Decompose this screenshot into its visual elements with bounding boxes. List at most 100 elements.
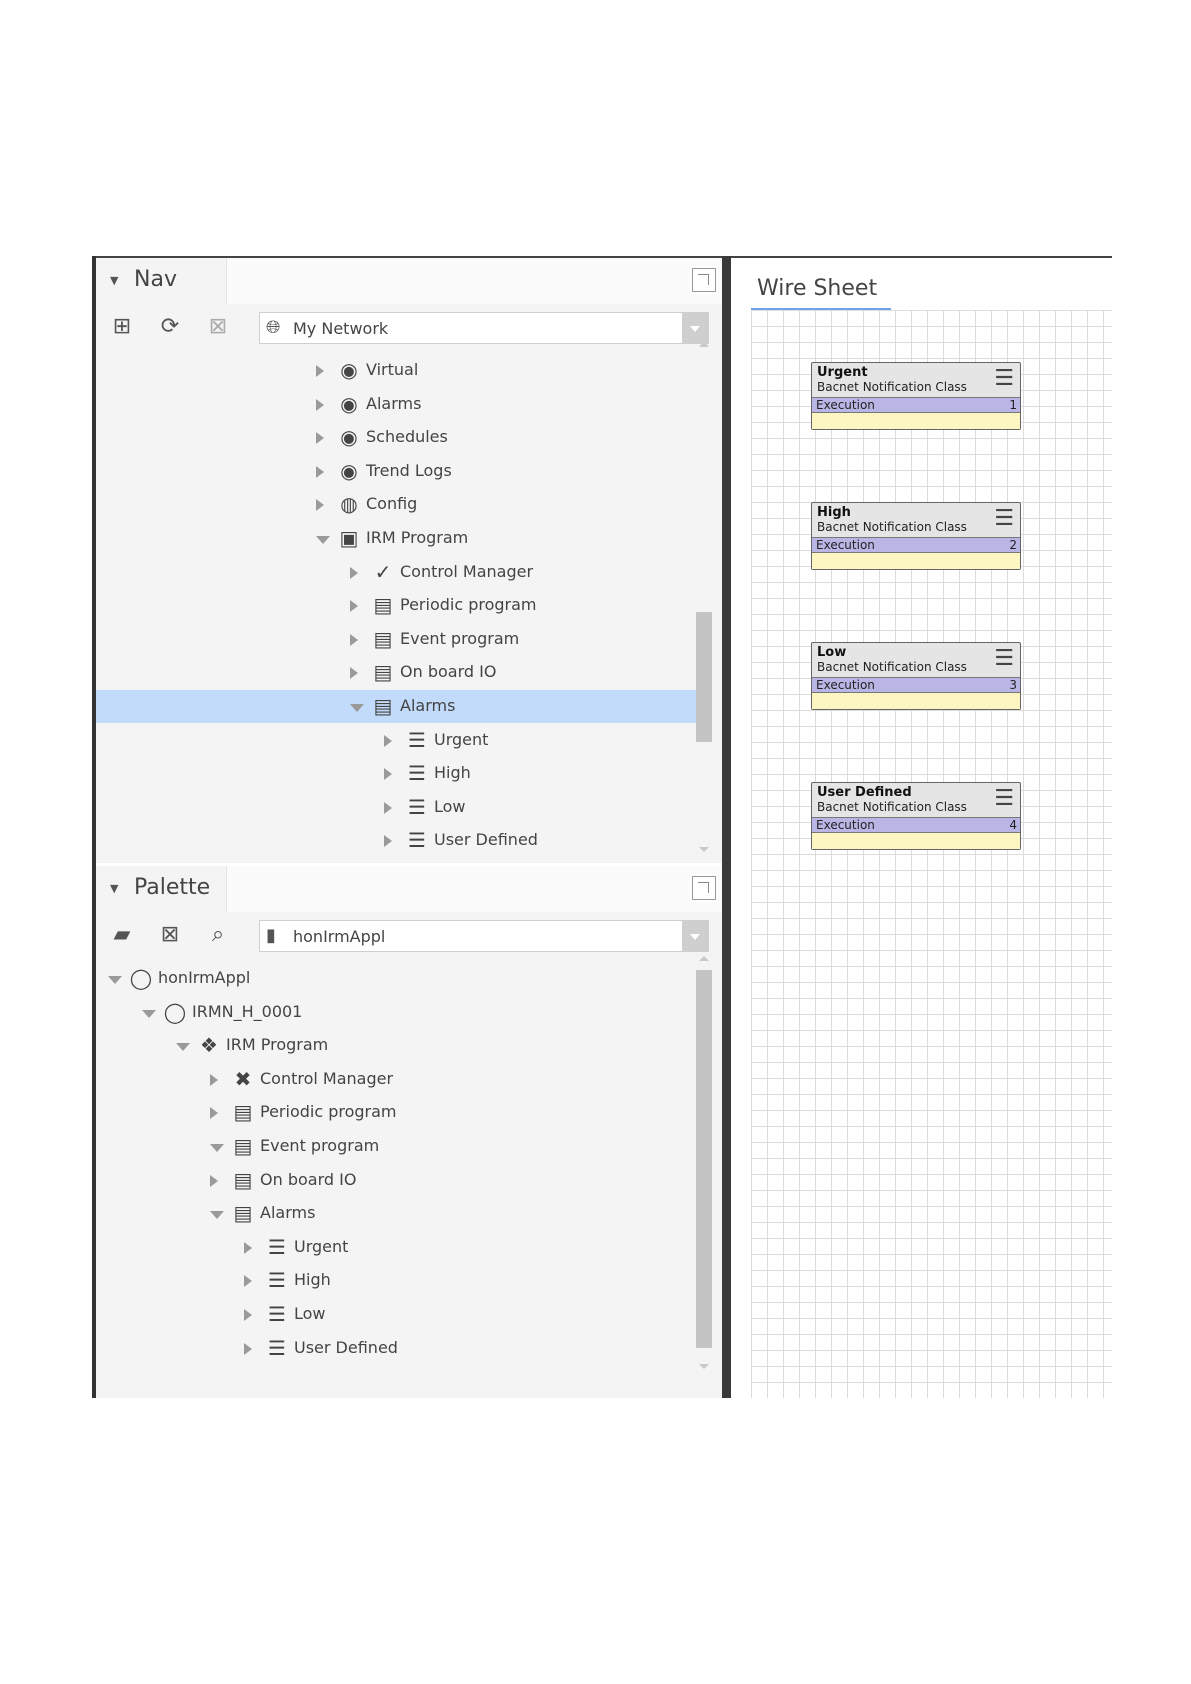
dropdown-arrow-icon[interactable] (682, 921, 708, 951)
checkmark-icon: ✓ (374, 559, 392, 584)
tree-row[interactable]: ☰ Low (96, 791, 696, 824)
tree-row[interactable]: ▤ Event program (96, 623, 696, 656)
expand-down-icon[interactable] (210, 1211, 224, 1220)
pane-splitter[interactable] (722, 256, 731, 1398)
tree-row[interactable]: ✖ Control Manager (96, 1063, 696, 1096)
expand-down-icon[interactable] (176, 1043, 190, 1052)
execution-slot[interactable]: Execution 1 (812, 397, 1020, 413)
execution-slot[interactable]: Execution 3 (812, 677, 1020, 693)
tree-item-label: Config (366, 494, 418, 514)
nav-root-select[interactable]: 🌐︎ My Network (259, 312, 709, 344)
tree-row[interactable]: ✓ Control Manager (96, 556, 696, 589)
scroll-up-icon[interactable] (699, 956, 709, 961)
tree-row[interactable]: ☰ Low (96, 1298, 696, 1331)
tab-wiresheet[interactable]: Wire Sheet (751, 268, 891, 310)
cross-icon: ✖ (234, 1066, 252, 1091)
expand-right-icon[interactable] (316, 465, 324, 478)
expand-right-icon[interactable] (350, 600, 358, 613)
maximize-icon[interactable] (692, 268, 716, 292)
tree-row[interactable]: ▤ On board IO (96, 656, 696, 689)
collapse-caret-icon[interactable]: ▼ (110, 882, 118, 895)
open-folder-icon[interactable]: ▰ (108, 921, 136, 949)
nav-scrollbar[interactable] (696, 342, 712, 857)
network-tree-icon[interactable]: ⊞ (108, 313, 136, 341)
tree-row[interactable]: ◉ Trend Logs (96, 455, 696, 488)
expand-right-icon[interactable] (244, 1275, 252, 1288)
expand-right-icon[interactable] (316, 499, 324, 512)
expand-right-icon[interactable] (350, 633, 358, 646)
tab-palette[interactable]: ▼ Palette (96, 866, 227, 912)
maximize-icon[interactable] (692, 876, 716, 900)
execution-value: 4 (1009, 818, 1017, 832)
tree-row[interactable]: ◯ honIrmAppl (96, 962, 696, 995)
tree-row[interactable]: ◉ Alarms (96, 388, 696, 421)
expand-right-icon[interactable] (316, 398, 324, 411)
execution-slot[interactable]: Execution 4 (812, 817, 1020, 833)
nav-scroll-thumb[interactable] (696, 612, 712, 742)
notification-class-block[interactable]: Low Bacnet Notification Class ☰ Execution 3 (811, 642, 1021, 710)
palette-scroll-thumb[interactable] (696, 970, 712, 1348)
tree-row[interactable]: ▤ Event program (96, 1130, 696, 1163)
tree-row[interactable]: ▤ Alarms (96, 1197, 696, 1230)
expand-right-icon[interactable] (210, 1073, 218, 1086)
expand-right-icon[interactable] (316, 365, 324, 377)
expand-right-icon[interactable] (384, 835, 392, 848)
tree-item-label: On board IO (400, 662, 497, 682)
tree-row[interactable]: ▤ Alarms (96, 690, 696, 723)
close-palette-icon[interactable]: ⊠ (156, 921, 184, 949)
scroll-down-icon[interactable] (699, 1364, 709, 1369)
expand-right-icon[interactable] (210, 1107, 218, 1120)
tree-row[interactable]: ❖ IRM Program (96, 1029, 696, 1062)
tree-row[interactable]: ◯ IRMN_H_0001 (96, 996, 696, 1029)
notification-class-icon: ☰ (268, 1234, 286, 1259)
tree-row[interactable]: ◍ Config (96, 488, 696, 521)
program-folder-icon: ▣ (339, 526, 359, 550)
tree-row[interactable]: ◉ Schedules (96, 421, 696, 454)
expand-down-icon[interactable] (108, 976, 122, 984)
palette-scrollbar[interactable] (696, 956, 712, 1376)
expand-right-icon[interactable] (384, 768, 392, 781)
notification-class-block[interactable]: Urgent Bacnet Notification Class ☰ Executio… (811, 362, 1021, 430)
tree-row[interactable]: ☰ Urgent (96, 1231, 696, 1264)
expand-right-icon[interactable] (350, 566, 358, 579)
tree-row[interactable]: ☰ High (96, 757, 696, 790)
expand-right-icon[interactable] (384, 734, 392, 747)
expand-down-icon[interactable] (142, 1009, 156, 1018)
program-file-icon: ▤ (233, 1201, 253, 1226)
tree-row[interactable]: ▤ Periodic program (96, 1096, 696, 1129)
wiresheet-canvas[interactable]: Urgent Bacnet Notification Class ☰ Executio… (751, 310, 1112, 1398)
tree-row[interactable]: ▤ Periodic program (96, 589, 696, 622)
expand-right-icon[interactable] (384, 801, 392, 814)
tree-row[interactable]: ◉ Virtual (96, 354, 696, 387)
tree-row[interactable]: ▣ IRM Program (96, 522, 696, 555)
execution-slot[interactable]: Execution 2 (812, 537, 1020, 553)
scroll-down-icon[interactable] (699, 847, 709, 852)
tree-row[interactable]: ☰ User Defined (96, 824, 696, 857)
scroll-up-icon[interactable] (699, 342, 709, 347)
expand-right-icon[interactable] (244, 1309, 252, 1321)
expand-down-icon[interactable] (210, 1144, 224, 1152)
expand-down-icon[interactable] (316, 536, 330, 544)
expand-right-icon[interactable] (244, 1241, 252, 1254)
notification-class-block[interactable]: High Bacnet Notification Class ☰ Execution 2 (811, 502, 1021, 570)
palette-module-select[interactable]: ▮ honIrmAppl (259, 920, 709, 952)
collapse-caret-icon[interactable]: ▼ (110, 274, 118, 287)
tree-row[interactable]: ☰ Urgent (96, 724, 696, 757)
block-name: Urgent (817, 365, 868, 380)
refresh-icon[interactable]: ⟳ (156, 313, 184, 341)
find-icon[interactable]: ⌕ (204, 921, 232, 949)
expand-right-icon[interactable] (210, 1174, 218, 1187)
expand-right-icon[interactable] (316, 432, 324, 445)
tab-nav[interactable]: ▼ Nav (96, 258, 227, 304)
notification-class-block[interactable]: User Defined Bacnet Notification Class ☰ Ex… (811, 782, 1021, 850)
expand-down-icon[interactable] (350, 704, 364, 712)
notification-class-icon: ☰ (268, 1302, 286, 1326)
dropdown-arrow-icon[interactable] (682, 313, 708, 343)
tree-row[interactable]: ▤ On board IO (96, 1164, 696, 1197)
expand-right-icon[interactable] (244, 1342, 252, 1355)
expand-right-icon[interactable] (350, 667, 358, 680)
execution-label: Execution (816, 538, 875, 552)
close-icon[interactable]: ⊠ (204, 313, 232, 341)
tree-row[interactable]: ☰ User Defined (96, 1332, 696, 1365)
tree-row[interactable]: ☰ High (96, 1264, 696, 1297)
